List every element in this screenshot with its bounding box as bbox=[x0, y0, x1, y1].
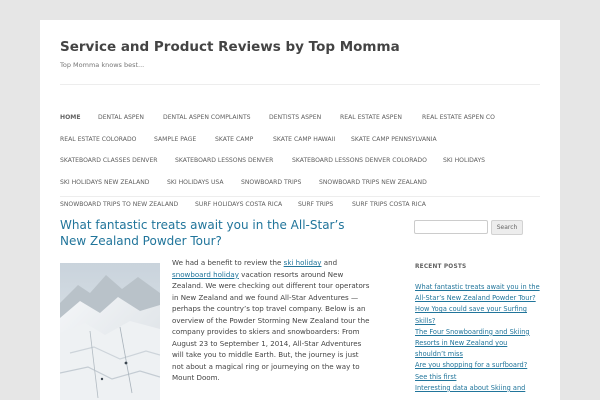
post-title-link[interactable]: What fantastic treats await you in the A… bbox=[60, 217, 360, 249]
page: Service and Product Reviews by Top Momma… bbox=[40, 20, 560, 400]
nav-item-dental-aspen[interactable]: DENTAL ASPEN bbox=[98, 114, 144, 121]
nav-item-real-estate-aspen[interactable]: REAL ESTATE ASPEN bbox=[340, 114, 402, 121]
recent-post-link[interactable]: Interesting data about Skiing and bbox=[415, 383, 540, 394]
nav-item-dental-aspen-complaints[interactable]: DENTAL ASPEN COMPLAINTS bbox=[163, 114, 251, 121]
recent-posts-heading: RECENT POSTS bbox=[415, 264, 467, 270]
nav-item-skate-camp[interactable]: SKATE CAMP bbox=[215, 136, 253, 143]
site-title[interactable]: Service and Product Reviews by Top Momma bbox=[60, 39, 400, 55]
post-excerpt: We had a benefit to review the ski holid… bbox=[172, 257, 372, 384]
site-tagline: Top Momma knows best... bbox=[60, 61, 145, 69]
nav-item-ski-holidays[interactable]: SKI HOLIDAYS bbox=[443, 157, 485, 164]
post-thumbnail-image bbox=[60, 263, 160, 400]
search-input[interactable] bbox=[414, 220, 488, 234]
nav-item-skateboard-lessons-denver[interactable]: SKATEBOARD LESSONS DENVER bbox=[175, 157, 273, 164]
recent-post-link[interactable]: The Four Snowboarding and Skiing Resorts… bbox=[415, 327, 540, 361]
excerpt-text-2: and bbox=[321, 258, 338, 267]
recent-post-link[interactable]: How Yoga could save your Surfing Skills? bbox=[415, 304, 540, 326]
search-button[interactable]: Search bbox=[491, 220, 523, 235]
recent-post-link[interactable]: What fantastic treats await you in the A… bbox=[415, 282, 540, 304]
nav-item-snowboard-trips-new-zealand[interactable]: SNOWBOARD TRIPS NEW ZEALAND bbox=[319, 179, 427, 186]
excerpt-text-3: vacation resorts around New Zealand. We … bbox=[172, 269, 370, 383]
nav-item-real-estate-colorado[interactable]: REAL ESTATE COLORADO bbox=[60, 136, 136, 143]
nav-item-sample-page[interactable]: SAMPLE PAGE bbox=[154, 136, 196, 143]
nav-item-dentists-aspen[interactable]: DENTISTS ASPEN bbox=[269, 114, 321, 121]
recent-posts-list: What fantastic treats await you in the A… bbox=[415, 282, 540, 394]
nav-item-surf-trips[interactable]: SURF TRIPS bbox=[298, 201, 333, 208]
main-navigation: HOME DENTAL ASPEN DENTAL ASPEN COMPLAINT… bbox=[60, 84, 540, 208]
nav-item-ski-holidays-usa[interactable]: SKI HOLIDAYS USA bbox=[167, 179, 224, 186]
nav-item-snowboard-trips-to-new-zealand[interactable]: SNOWBOARD TRIPS TO NEW ZEALAND bbox=[60, 201, 178, 208]
nav-item-ski-holidays-new-zealand[interactable]: SKI HOLIDAYS NEW ZEALAND bbox=[60, 179, 150, 186]
nav-item-skate-camp-hawaii[interactable]: SKATE CAMP HAWAII bbox=[273, 136, 335, 143]
excerpt-text-1: We had a benefit to review the bbox=[172, 258, 284, 267]
ski-holiday-link[interactable]: ski holiday bbox=[284, 258, 322, 267]
nav-item-skateboard-lessons-denver-colorado[interactable]: SKATEBOARD LESSONS DENVER COLORADO bbox=[292, 157, 427, 164]
snowboard-holiday-link[interactable]: snowboard holiday bbox=[172, 270, 239, 279]
nav-item-real-estate-aspen-co[interactable]: REAL ESTATE ASPEN CO bbox=[422, 114, 495, 121]
nav-item-skate-camp-pennsylvania[interactable]: SKATE CAMP PENNSYLVANIA bbox=[351, 136, 437, 143]
nav-item-snowboard-trips[interactable]: SNOWBOARD TRIPS bbox=[241, 179, 301, 186]
nav-item-surf-holidays-costa-rica[interactable]: SURF HOLIDAYS COSTA RICA bbox=[195, 201, 282, 208]
nav-item-skateboard-classes-denver[interactable]: SKATEBOARD CLASSES DENVER bbox=[60, 157, 158, 164]
nav-item-home[interactable]: HOME bbox=[60, 114, 81, 121]
recent-post-link[interactable]: Are you shopping for a surfboard? See th… bbox=[415, 360, 540, 382]
nav-item-surf-trips-costa-rica[interactable]: SURF TRIPS COSTA RICA bbox=[352, 201, 426, 208]
